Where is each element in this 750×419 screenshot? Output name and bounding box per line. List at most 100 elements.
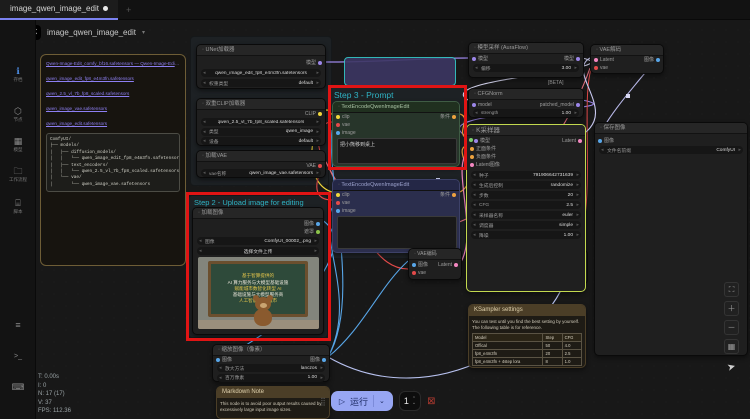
output-patched-model[interactable]: patched_model: [540, 101, 580, 108]
input-model[interactable]: 模型: [474, 137, 490, 144]
input-image[interactable]: image: [336, 207, 356, 214]
fit-view-button[interactable]: ⛶: [724, 282, 739, 297]
input-model[interactable]: model: [472, 101, 492, 108]
input-vae[interactable]: vae: [336, 199, 350, 206]
output-image[interactable]: 图像: [304, 220, 320, 227]
widget-clip-name[interactable]: qwen_2.5_vl_7b_fp8_scaled.safetensors: [201, 118, 321, 126]
model-link[interactable]: qwen_image_edit.safetensors: [46, 120, 180, 127]
widget-filename-prefix[interactable]: 文件名前缀ComfyUI: [599, 146, 743, 154]
new-tab-button[interactable]: +: [126, 5, 131, 15]
node-text-encode-negative[interactable]: TextEncodeQwenImageEdit clip vae image 条…: [332, 179, 460, 253]
node-cfgnorm[interactable]: CFGNorm model patched_model strength1.00: [468, 88, 584, 118]
minimap-button[interactable]: ▦: [724, 339, 739, 354]
prompt-textarea[interactable]: 把小熊移到桌上: [337, 138, 457, 164]
workflow-title[interactable]: image_qwen_image_edit: [47, 28, 136, 37]
run-button[interactable]: ▷ 运行 ⌄: [330, 391, 393, 411]
node-title: VAE编码: [409, 249, 461, 260]
widget-clip-type[interactable]: 类型qwen_image: [201, 127, 321, 136]
input-vae[interactable]: vae: [412, 269, 426, 276]
widget-unet-name[interactable]: qwen_image_edit_fp8_e4m3fn.safetensors: [201, 69, 321, 77]
models-note[interactable]: Qwen-Image-Edit_comfy_bf16.safetensors —…: [40, 54, 186, 266]
output-latent[interactable]: Latent: [438, 261, 458, 268]
comfyui-canvas[interactable]: Step 3 - Prompt Step 2 - Upload image fo…: [0, 0, 750, 419]
output-image[interactable]: 图像: [310, 356, 326, 363]
chevron-down-icon[interactable]: ▾: [142, 29, 145, 36]
node-vae-decode[interactable]: VAE解码 Latent vae 图像: [590, 44, 664, 74]
model-link[interactable]: qwen_image_vae.safetensors: [46, 105, 180, 112]
drag-handle[interactable]: ⣿: [320, 397, 326, 406]
output-image[interactable]: 图像: [644, 56, 660, 63]
zoom-in-button[interactable]: ＋: [724, 301, 739, 316]
batch-count-stepper[interactable]: 1 ⌃ ⌄: [398, 391, 422, 411]
node-ksampler[interactable]: K采样器 模型 正面条件 负面条件 Latent图像 Latent 种子7919…: [466, 124, 586, 292]
input-image[interactable]: 图像: [216, 356, 232, 363]
collapsed-node[interactable]: [344, 57, 456, 86]
widget-control-after-generate[interactable]: 生成后控制randomize: [471, 181, 581, 189]
input-clip[interactable]: clip: [336, 191, 350, 198]
output-model[interactable]: 模型: [306, 59, 322, 66]
node-unet-loader[interactable]: UNet加载器 模型 qwen_image_edit_fp8_e4m3fn.sa…: [196, 44, 326, 89]
widget-upscale-method[interactable]: 放大方法lanczos: [217, 364, 325, 372]
output-conditioning[interactable]: 条件: [440, 113, 456, 120]
sidebar-logs-button[interactable]: ≡: [0, 320, 36, 330]
clear-queue-icon[interactable]: ⊠: [427, 396, 435, 407]
model-link[interactable]: qwen_image_edit_fp8_e4m3fn.safetensors: [46, 75, 180, 82]
input-negative[interactable]: 负面条件: [470, 153, 496, 160]
image-preview: 基于智算提供的 AI 算力服务与大模型基础设施 赋能城市数智化转型 AI 基础设…: [198, 257, 319, 329]
input-image[interactable]: 图像: [412, 261, 428, 268]
sidebar-item-archive[interactable]: ℹ 存档: [0, 66, 36, 83]
input-clip[interactable]: clip: [336, 113, 350, 120]
pointer-tool-icon[interactable]: ➤: [723, 360, 740, 375]
sidebar-shortcuts-button[interactable]: ⌨: [0, 382, 36, 392]
widget-weight-dtype[interactable]: 权重类型default: [201, 79, 321, 87]
widget-cfg[interactable]: CFG2.5: [471, 201, 581, 209]
node-title: 加载图像: [193, 208, 323, 219]
node-text-encode-positive[interactable]: TextEncodeQwenImageEdit clip vae image 条…: [332, 101, 460, 167]
output-clip[interactable]: CLIP: [305, 110, 322, 117]
output-mask[interactable]: 遮罩: [304, 228, 320, 235]
widget-strength[interactable]: strength1.00: [473, 109, 579, 117]
node-image-scale[interactable]: 缩放图像（像素） 图像 图像 放大方法lanczos 百万像素1.00: [212, 344, 330, 382]
widget-steps[interactable]: 步数20: [471, 191, 581, 199]
input-model[interactable]: 模型: [472, 55, 488, 62]
output-model[interactable]: 模型: [564, 55, 580, 62]
input-vae[interactable]: vae: [336, 121, 350, 128]
input-image[interactable]: 图像: [598, 137, 614, 144]
widget-shift[interactable]: 偏移3.00: [473, 64, 579, 72]
node-ksampler-settings-note[interactable]: KSampler settings You can test until you…: [468, 304, 586, 368]
widget-sampler-name[interactable]: 采样器名称euler: [471, 211, 581, 219]
output-conditioning[interactable]: 条件: [440, 191, 456, 198]
model-link[interactable]: Qwen-Image-Edit_comfy_bf16.safetensors —…: [46, 60, 180, 67]
prompt-textarea[interactable]: [337, 216, 457, 249]
input-image[interactable]: image: [336, 129, 356, 136]
upload-button[interactable]: 选择文件上传: [197, 247, 319, 255]
widget-scheduler[interactable]: 调度器simple: [471, 221, 581, 229]
input-latent-image[interactable]: Latent图像: [470, 161, 500, 168]
sidebar-item-templates[interactable]: ⌸ 脚本: [0, 198, 36, 215]
input-latent[interactable]: Latent: [594, 56, 614, 63]
sidebar-item-workflows[interactable]: 🗀 工作流程: [0, 166, 36, 183]
chevron-down-icon[interactable]: ⌄: [379, 397, 385, 405]
widget-image-file[interactable]: 图像ComfyUI_00002_.png: [197, 237, 319, 245]
node-markdown-note[interactable]: Markdown Note This node is to avoid poor…: [216, 386, 330, 419]
node-dualclip-loader[interactable]: 双重CLIP加载器 CLIP qwen_2.5_vl_7b_fp8_scaled…: [196, 98, 326, 146]
tab-workflow[interactable]: image_qwen_image_edit: [0, 0, 118, 20]
node-vae-loader[interactable]: 加载VAE VAE vae名称qwen_image_vae.safetensor…: [196, 150, 326, 178]
widget-clip-device[interactable]: 设备default: [201, 137, 321, 145]
node-model-sampling-auraflow[interactable]: 模型采样 (AuraFlow) 模型 模型 偏移3.00: [468, 42, 584, 78]
sidebar-item-nodes[interactable]: ⬡ 节点: [0, 106, 36, 123]
output-vae[interactable]: VAE: [306, 162, 322, 169]
sidebar-terminal-button[interactable]: >_: [0, 352, 36, 362]
node-vae-encode[interactable]: VAE编码 图像 vae Latent: [408, 248, 462, 280]
widget-megapixels[interactable]: 百万像素1.00: [217, 373, 325, 382]
model-link[interactable]: qwen_2.5_vl_7b_fp8_scaled.safetensors: [46, 90, 180, 97]
zoom-out-button[interactable]: －: [724, 320, 739, 335]
sidebar-item-models[interactable]: ▦ 模型: [0, 136, 36, 153]
node-load-image[interactable]: 加载图像 图像 遮罩 图像ComfyUI_00002_.png 选择文件上传 基…: [192, 207, 324, 335]
input-positive[interactable]: 正面条件: [470, 145, 496, 152]
widget-vae-name[interactable]: vae名称qwen_image_vae.safetensors: [201, 169, 321, 177]
input-vae[interactable]: vae: [594, 64, 608, 71]
widget-seed[interactable]: 种子791906642731639: [471, 171, 581, 179]
widget-denoise[interactable]: 降噪1.00: [471, 231, 581, 239]
output-latent[interactable]: Latent: [562, 137, 582, 144]
